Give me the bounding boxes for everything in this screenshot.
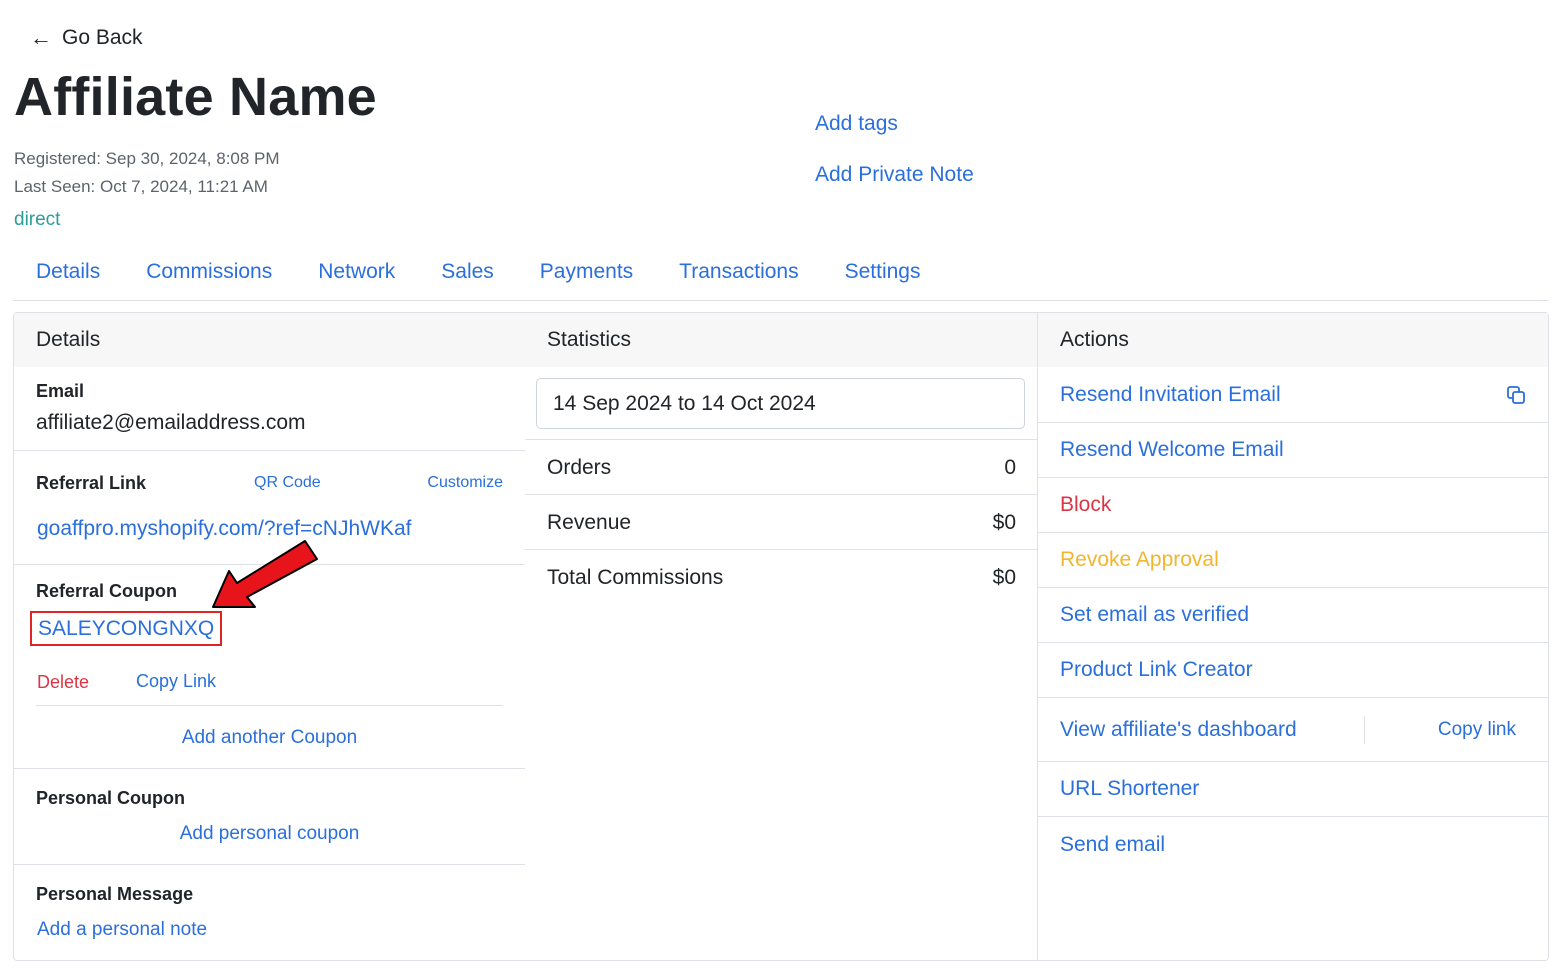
tab-settings[interactable]: Settings bbox=[822, 256, 944, 300]
stat-value: $0 bbox=[992, 511, 1016, 534]
details-panel: Details Email affiliate2@emailaddress.co… bbox=[13, 312, 526, 961]
resend-invitation-link[interactable]: Resend Invitation Email bbox=[1060, 383, 1281, 407]
add-tags-link[interactable]: Add tags bbox=[815, 112, 898, 136]
source-label: direct bbox=[14, 209, 61, 230]
left-arrow-icon: ← bbox=[30, 25, 52, 50]
go-back-label: Go Back bbox=[62, 26, 143, 49]
personal-coupon-section: Personal Coupon Add personal coupon bbox=[14, 768, 525, 865]
action-product-link-creator: Product Link Creator bbox=[1038, 643, 1548, 698]
last-seen-date: Last Seen: Oct 7, 2024, 11:21 AM bbox=[14, 177, 268, 196]
email-value: affiliate2@emailaddress.com bbox=[36, 411, 306, 434]
add-personal-note-link[interactable]: Add a personal note bbox=[37, 919, 207, 941]
add-private-note-link[interactable]: Add Private Note bbox=[815, 163, 974, 187]
delete-coupon-link[interactable]: Delete bbox=[37, 672, 89, 693]
tab-details[interactable]: Details bbox=[13, 256, 123, 300]
set-email-verified-link[interactable]: Set email as verified bbox=[1060, 603, 1249, 627]
action-revoke-approval: Revoke Approval bbox=[1038, 533, 1548, 588]
page-title: Affiliate Name bbox=[14, 67, 377, 127]
send-email-link[interactable]: Send email bbox=[1060, 833, 1165, 857]
action-url-shortener: URL Shortener bbox=[1038, 762, 1548, 817]
stat-label: Orders bbox=[547, 456, 612, 479]
action-set-verified: Set email as verified bbox=[1038, 588, 1548, 643]
stat-row-revenue: Revenue $0 bbox=[525, 494, 1038, 549]
email-label: Email bbox=[36, 381, 85, 401]
copy-coupon-link[interactable]: Copy Link bbox=[136, 671, 216, 692]
stat-row-total-commissions: Total Commissions $0 bbox=[525, 549, 1038, 604]
stat-label: Total Commissions bbox=[547, 566, 724, 589]
stat-value: $0 bbox=[992, 566, 1016, 589]
action-resend-welcome: Resend Welcome Email bbox=[1038, 423, 1548, 478]
referral-coupon-label: Referral Coupon bbox=[36, 581, 178, 601]
go-back-button[interactable]: ← Go Back bbox=[30, 26, 143, 50]
personal-message-label: Personal Message bbox=[36, 884, 194, 904]
add-another-coupon-link[interactable]: Add another Coupon bbox=[14, 727, 525, 749]
action-resend-invitation: Resend Invitation Email bbox=[1038, 367, 1548, 423]
block-link[interactable]: Block bbox=[1060, 493, 1111, 517]
action-send-email: Send email bbox=[1038, 817, 1548, 872]
copy-icon[interactable] bbox=[1506, 385, 1526, 405]
stat-value: 0 bbox=[1004, 456, 1016, 479]
tab-commissions[interactable]: Commissions bbox=[123, 256, 295, 300]
action-block: Block bbox=[1038, 478, 1548, 533]
date-range-picker[interactable]: 14 Sep 2024 to 14 Oct 2024 bbox=[536, 378, 1025, 429]
customize-link[interactable]: Customize bbox=[427, 474, 503, 492]
tab-sales[interactable]: Sales bbox=[418, 256, 517, 300]
actions-panel: Actions Resend Invitation Email Resend W… bbox=[1037, 312, 1549, 961]
resend-welcome-link[interactable]: Resend Welcome Email bbox=[1060, 438, 1284, 462]
url-shortener-link[interactable]: URL Shortener bbox=[1060, 777, 1199, 801]
statistics-panel: Statistics 14 Sep 2024 to 14 Oct 2024 Or… bbox=[525, 312, 1038, 961]
red-arrow-annotation bbox=[212, 540, 318, 608]
tab-network[interactable]: Network bbox=[295, 256, 418, 300]
view-dashboard-link[interactable]: View affiliate's dashboard bbox=[1060, 718, 1297, 742]
referral-coupon-code[interactable]: SALEYCONGNXQ bbox=[30, 611, 223, 646]
statistics-panel-header: Statistics bbox=[525, 313, 1038, 367]
actions-panel-header: Actions bbox=[1038, 313, 1548, 367]
stat-label: Revenue bbox=[547, 511, 632, 534]
registered-date: Registered: Sep 30, 2024, 8:08 PM bbox=[14, 149, 280, 168]
tab-payments[interactable]: Payments bbox=[517, 256, 656, 300]
copy-dashboard-link[interactable]: Copy link bbox=[1438, 719, 1516, 741]
qr-code-link[interactable]: QR Code bbox=[254, 474, 321, 492]
tab-bar: Details Commissions Network Sales Paymen… bbox=[13, 256, 1549, 301]
tab-transactions[interactable]: Transactions bbox=[656, 256, 821, 300]
personal-message-section: Personal Message Add a personal note bbox=[14, 864, 525, 960]
separator bbox=[1364, 716, 1365, 744]
coupon-divider bbox=[36, 705, 503, 706]
product-link-creator-link[interactable]: Product Link Creator bbox=[1060, 658, 1253, 682]
action-view-dashboard: View affiliate's dashboard Copy link bbox=[1038, 698, 1548, 762]
personal-coupon-label: Personal Coupon bbox=[36, 788, 186, 808]
stat-row-orders: Orders 0 bbox=[525, 439, 1038, 494]
referral-link-label: Referral Link bbox=[36, 473, 147, 493]
email-section: Email affiliate2@emailaddress.com bbox=[14, 367, 525, 451]
add-personal-coupon-link[interactable]: Add personal coupon bbox=[14, 823, 525, 845]
details-panel-header: Details bbox=[14, 313, 525, 367]
revoke-approval-link[interactable]: Revoke Approval bbox=[1060, 548, 1219, 572]
